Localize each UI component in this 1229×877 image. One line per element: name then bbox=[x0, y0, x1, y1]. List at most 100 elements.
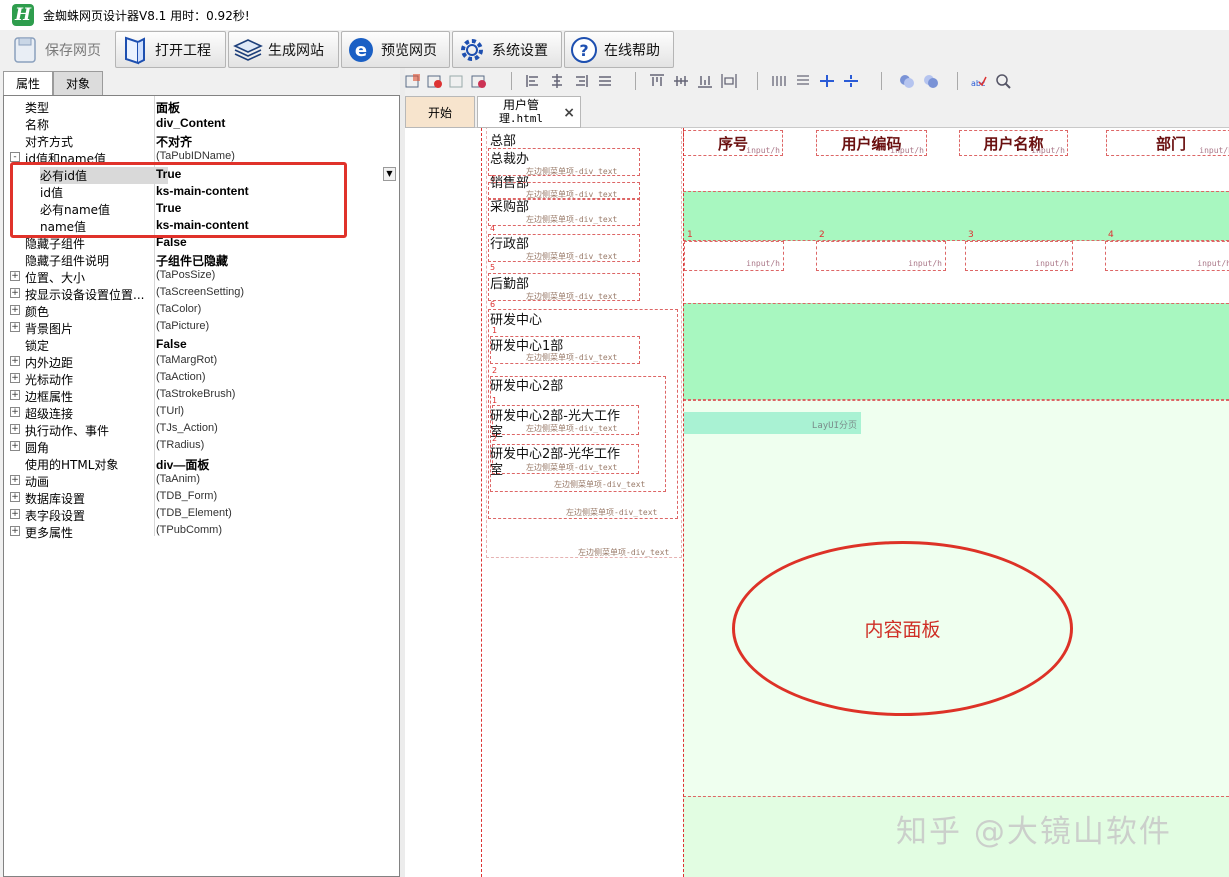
property-value[interactable]: False bbox=[156, 235, 187, 249]
open-project-button[interactable]: 打开工程 bbox=[115, 31, 226, 68]
dropdown-arrow-icon[interactable]: ▼ bbox=[383, 167, 396, 181]
system-settings-button[interactable]: 系统设置 bbox=[452, 31, 562, 68]
copy-icon[interactable] bbox=[449, 73, 465, 89]
property-value[interactable]: (TaAnim) bbox=[156, 473, 200, 485]
zoom-icon[interactable] bbox=[995, 73, 1011, 89]
input-cell-user-code[interactable]: 2 input/h bbox=[816, 230, 946, 271]
property-row[interactable]: + 超级连接 (TUrl) bbox=[4, 404, 399, 421]
property-value[interactable]: (TDB_Form) bbox=[156, 490, 217, 502]
property-value[interactable]: (TRadius) bbox=[156, 439, 204, 451]
expand-icon[interactable]: + bbox=[10, 424, 20, 434]
distribute-icon[interactable] bbox=[721, 73, 737, 89]
property-value[interactable]: (TaPosSize) bbox=[156, 269, 215, 281]
property-row[interactable]: 锁定 False bbox=[4, 336, 399, 353]
property-row[interactable]: 对齐方式 不对齐 bbox=[4, 132, 399, 149]
expand-icon[interactable]: + bbox=[10, 407, 20, 417]
property-value[interactable]: (TaPubIDName) bbox=[156, 150, 235, 162]
table-header-department[interactable]: 部门input/h bbox=[1106, 130, 1229, 156]
table-header-user-name[interactable]: 用户名称 input/h bbox=[959, 130, 1068, 156]
align-left-icon[interactable] bbox=[525, 73, 541, 89]
property-value[interactable]: div—面板 bbox=[156, 456, 209, 473]
property-value[interactable]: (TaPicture) bbox=[156, 320, 209, 332]
property-row[interactable]: + 边框属性 (TaStrokeBrush) bbox=[4, 387, 399, 404]
expand-icon[interactable]: + bbox=[10, 305, 20, 315]
property-row[interactable]: + 按显示设备设置位置... (TaScreenSetting) bbox=[4, 285, 399, 302]
design-canvas[interactable]: 总部 总裁办 左边侧菜单项-div_text 3 销售部 左边侧菜单项-div_… bbox=[405, 128, 1229, 877]
property-row[interactable]: + 位置、大小 (TaPosSize) bbox=[4, 268, 399, 285]
property-value[interactable]: (TaAction) bbox=[156, 371, 206, 383]
property-row[interactable]: 隐藏子组件 False bbox=[4, 234, 399, 251]
property-value[interactable]: (TDB_Element) bbox=[156, 507, 232, 519]
content-panel[interactable]: 序号 input/h 用户编码 input/h 用户名称 input/h 部门 inpu… bbox=[683, 128, 1229, 877]
property-row[interactable]: + 执行动作、事件 (TJs_Action) bbox=[4, 421, 399, 438]
same-width-icon[interactable] bbox=[771, 73, 787, 89]
send-back-icon[interactable] bbox=[923, 73, 939, 89]
property-row[interactable]: name值 ks-main-content bbox=[4, 217, 399, 234]
tab-start[interactable]: 开始 bbox=[405, 96, 475, 128]
property-row[interactable]: + 光标动作 (TaAction) bbox=[4, 370, 399, 387]
bring-front-icon[interactable] bbox=[899, 73, 915, 89]
property-row[interactable]: 必有name值 True bbox=[4, 200, 399, 217]
save-page-button[interactable]: 保存网页 bbox=[5, 31, 113, 68]
property-value[interactable]: (TaMargRot) bbox=[156, 354, 217, 366]
input-cell-index[interactable]: 1 input/h bbox=[684, 230, 784, 271]
expand-icon[interactable]: + bbox=[10, 492, 20, 502]
align-right-icon[interactable] bbox=[573, 73, 589, 89]
property-value[interactable]: ks-main-content bbox=[156, 184, 249, 198]
align-bottom-icon[interactable] bbox=[697, 73, 713, 89]
v-space-icon[interactable] bbox=[843, 73, 859, 89]
property-row[interactable]: 使用的HTML对象 div—面板 bbox=[4, 455, 399, 472]
property-row[interactable]: + 表字段设置 (TDB_Element) bbox=[4, 506, 399, 523]
table-header-user-code[interactable]: 用户编码 input/h bbox=[816, 130, 927, 156]
align-middle-icon[interactable] bbox=[673, 73, 689, 89]
property-value[interactable]: div_Content bbox=[156, 116, 225, 130]
property-value[interactable]: ks-main-content bbox=[156, 218, 249, 232]
expand-icon[interactable]: + bbox=[10, 373, 20, 383]
property-value[interactable]: True bbox=[156, 167, 181, 181]
property-value[interactable]: (TaColor) bbox=[156, 303, 201, 315]
property-value[interactable]: 不对齐 bbox=[156, 133, 192, 150]
expand-icon[interactable]: + bbox=[10, 390, 20, 400]
expand-icon[interactable]: + bbox=[10, 509, 20, 519]
property-row[interactable]: 类型 面板 bbox=[4, 98, 399, 115]
spell-check-icon[interactable]: abc bbox=[971, 73, 987, 89]
property-value[interactable]: False bbox=[156, 337, 187, 351]
property-row[interactable]: + 背景图片 (TaPicture) bbox=[4, 319, 399, 336]
tab-user-management-file[interactable]: 用户管 理.html × bbox=[477, 96, 581, 128]
preview-page-button[interactable]: e 预览网页 bbox=[341, 31, 450, 68]
expand-icon[interactable]: + bbox=[10, 322, 20, 332]
input-cell-department[interactable]: 4 input/h bbox=[1105, 230, 1229, 271]
align-center-icon[interactable] bbox=[549, 73, 565, 89]
delete-icon[interactable] bbox=[427, 73, 443, 89]
property-row[interactable]: + 更多属性 (TPubComm) bbox=[4, 523, 399, 540]
data-grid-band[interactable] bbox=[683, 303, 1229, 400]
property-row[interactable]: 名称 div_Content bbox=[4, 115, 399, 132]
property-value[interactable]: (TaStrokeBrush) bbox=[156, 388, 235, 400]
property-value[interactable]: (TaScreenSetting) bbox=[156, 286, 244, 298]
property-row[interactable]: + 数据库设置 (TDB_Form) bbox=[4, 489, 399, 506]
property-value[interactable]: True bbox=[156, 201, 181, 215]
table-row-band[interactable] bbox=[683, 191, 1229, 241]
property-row[interactable]: + 颜色 (TaColor) bbox=[4, 302, 399, 319]
property-row[interactable]: id值 ks-main-content bbox=[4, 183, 399, 200]
align-justify-icon[interactable] bbox=[597, 73, 613, 89]
expand-icon[interactable]: + bbox=[10, 475, 20, 485]
property-value[interactable]: 子组件已隐藏 bbox=[156, 252, 228, 269]
property-value[interactable]: 面板 bbox=[156, 99, 180, 116]
generate-site-button[interactable]: 生成网站 bbox=[228, 31, 339, 68]
expand-icon[interactable]: + bbox=[10, 441, 20, 451]
collapse-icon[interactable]: - bbox=[10, 152, 20, 162]
property-value[interactable]: (TJs_Action) bbox=[156, 422, 218, 434]
expand-icon[interactable]: + bbox=[10, 271, 20, 281]
online-help-button[interactable]: ? 在线帮助 bbox=[564, 31, 674, 68]
align-top-icon[interactable] bbox=[649, 73, 665, 89]
tab-objects[interactable]: 对象 bbox=[53, 71, 104, 95]
property-value[interactable]: (TPubComm) bbox=[156, 524, 222, 536]
side-menu-panel[interactable]: 总部 总裁办 左边侧菜单项-div_text 3 销售部 左边侧菜单项-div_… bbox=[481, 128, 683, 877]
property-row[interactable]: + 圆角 (TRadius) bbox=[4, 438, 399, 455]
property-value[interactable]: (TUrl) bbox=[156, 405, 184, 417]
select-icon[interactable] bbox=[405, 73, 421, 89]
h-space-icon[interactable] bbox=[819, 73, 835, 89]
paste-icon[interactable] bbox=[471, 73, 487, 89]
expand-icon[interactable]: + bbox=[10, 288, 20, 298]
